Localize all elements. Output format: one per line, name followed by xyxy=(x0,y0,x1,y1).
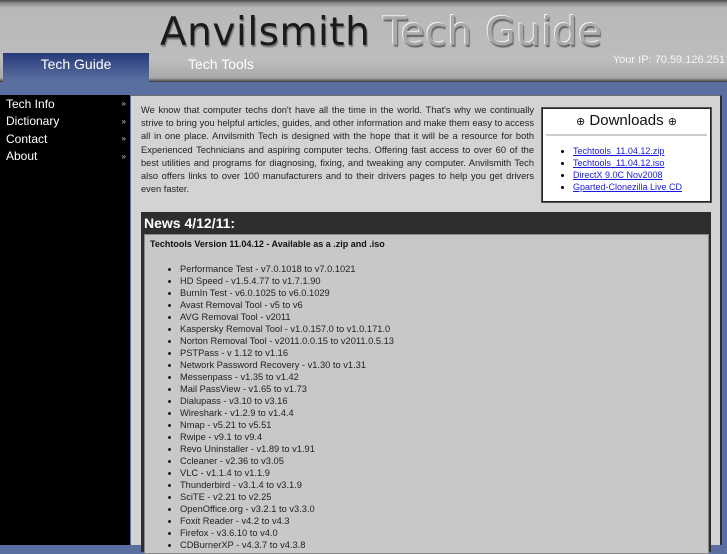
tab-tech-guide[interactable]: Tech Guide xyxy=(3,53,149,82)
list-item: Techtools_11.04.12.zip xyxy=(573,145,710,157)
changelog-item: OpenOffice.org - v3.2.1 to v3.3.0 xyxy=(180,503,708,515)
sidebar-item-label: Dictionary xyxy=(6,114,60,129)
changelog-item: Messenpass - v1.35 to v1.42 xyxy=(180,371,708,383)
changelog-item: Ccleaner - v2.36 to v3.05 xyxy=(180,455,708,467)
changelog-item: Kaspersky Removal Tool - v1.0.157.0 to v… xyxy=(180,323,708,335)
changelog-item: HD Speed - v1.5.4.77 to v1.7.1.90 xyxy=(180,275,708,287)
sidebar-item-label: Contact xyxy=(6,131,48,146)
changelog-item: Revo Uninstaller - v1.89 to v1.91 xyxy=(180,443,708,455)
changelog-item: CDBurnerXP - v4.3.7 to v4.3.8 xyxy=(180,539,708,551)
changelog-item: Mail PassView - v1.65 to v1.73 xyxy=(180,383,708,395)
double-chevron-right-icon: » xyxy=(121,134,126,144)
changelog-item: Foxit Reader - v4.2 to v4.3 xyxy=(180,515,708,527)
site-title-part1: Anvilsmith xyxy=(160,10,371,55)
sidebar-item-dictionary[interactable]: Dictionary » xyxy=(0,113,130,131)
changelog-item: PSTPass - v 1.12 to v1.16 xyxy=(180,347,708,359)
main-content: We know that computer techs don't have a… xyxy=(131,95,722,554)
changelog-list: Performance Test - v7.0.1018 to v7.0.102… xyxy=(145,263,708,551)
downloads-list: Techtools_11.04.12.zip Techtools_11.04.1… xyxy=(543,145,710,193)
changelog-item: Norton Removal Tool - v2011.0.0.15 to v2… xyxy=(180,335,708,347)
changelog-item: Thunderbird - v3.1.4 to v3.1.9 xyxy=(180,479,708,491)
news-title: News 4/12/11: xyxy=(144,215,236,231)
changelog-item: Nmap - v5.21 to v5.51 xyxy=(180,419,708,431)
double-chevron-right-icon: » xyxy=(121,116,126,126)
changelog-item: Dialupass - v3.10 to v3.16 xyxy=(180,395,708,407)
changelog-item: Network Password Recovery - v1.30 to v1.… xyxy=(180,359,708,371)
sidebar-item-label: About xyxy=(6,149,38,164)
news-headline: Techtools Version 11.04.12 - Available a… xyxy=(150,239,385,249)
changelog-item: Rwipe - v9.1 to v9.4 xyxy=(180,431,708,443)
download-arrow-icon: ⊕ xyxy=(576,116,586,128)
intro-text: We know that computer techs don't have a… xyxy=(141,105,534,195)
downloads-title-text: Downloads xyxy=(589,112,664,129)
news-section: News 4/12/11: Techtools Version 11.04.12… xyxy=(141,212,711,554)
header-subbar xyxy=(0,82,727,95)
changelog-item: Firefox - v3.6.10 to v4.0 xyxy=(180,527,708,539)
sidebar-item-label: Tech Info xyxy=(6,96,55,111)
changelog-item: Avast Removal Tool - v5 to v6 xyxy=(180,299,708,311)
list-item: DirectX 9.0C Nov2008 xyxy=(573,169,710,181)
changelog-item: Wireshark - v1.2.9 to v1.4.4 xyxy=(180,407,708,419)
changelog-item: AVG Removal Tool - v2011 xyxy=(180,311,708,323)
site-header: Anvilsmith Tech Guide Tech Guide Tech To… xyxy=(0,0,727,82)
list-item: Techtools_11.04.12.iso xyxy=(573,157,710,169)
download-link[interactable]: Techtools_11.04.12.iso xyxy=(573,158,664,168)
download-link[interactable]: DirectX 9.0C Nov2008 xyxy=(573,170,663,180)
news-body: Techtools Version 11.04.12 - Available a… xyxy=(144,234,709,554)
site-title-part2: Tech Guide xyxy=(383,10,603,55)
changelog-item: BurnIn Test - v6.0.1025 to v6.0.1029 xyxy=(180,287,708,299)
changelog-item: VLC - v1.1.4 to v1.1.9 xyxy=(180,467,708,479)
sidebar: Tech Info » Dictionary » Contact » About… xyxy=(0,95,130,545)
download-link[interactable]: Gparted-Clonezilla Live CD xyxy=(573,182,682,192)
site-title: Anvilsmith Tech Guide xyxy=(160,10,603,55)
downloads-title: ⊕ Downloads ⊕ xyxy=(546,112,707,136)
ip-address: Your IP: 70.59.126.251 xyxy=(612,54,725,66)
tab-tech-tools[interactable]: Tech Tools xyxy=(150,53,290,82)
changelog-item: Performance Test - v7.0.1018 to v7.0.102… xyxy=(180,263,708,275)
sidebar-item-about[interactable]: About » xyxy=(0,148,130,166)
downloads-box: ⊕ Downloads ⊕ Techtools_11.04.12.zip Tec… xyxy=(541,107,712,203)
double-chevron-right-icon: » xyxy=(121,99,126,109)
sidebar-item-tech-info[interactable]: Tech Info » xyxy=(0,95,130,113)
download-arrow-icon: ⊕ xyxy=(667,116,677,128)
changelog-item: SciTE - v2.21 to v2.25 xyxy=(180,491,708,503)
double-chevron-right-icon: » xyxy=(121,151,126,161)
list-item: Gparted-Clonezilla Live CD xyxy=(573,181,710,193)
sidebar-item-contact[interactable]: Contact » xyxy=(0,130,130,148)
download-link[interactable]: Techtools_11.04.12.zip xyxy=(573,146,664,156)
